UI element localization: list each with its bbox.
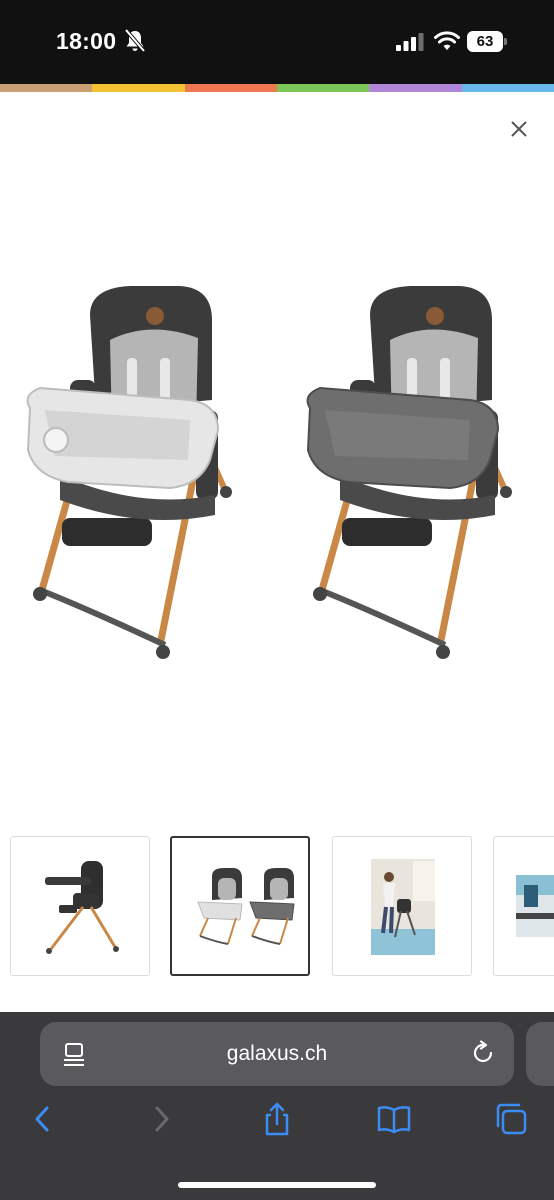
- close-icon[interactable]: [506, 116, 532, 142]
- status-bar: 18:00 63: [0, 0, 554, 84]
- home-indicator: [178, 1182, 376, 1188]
- address-bar[interactable]: galaxus.ch: [40, 1022, 514, 1086]
- high-chair-side-view-photo: [45, 861, 119, 954]
- two-high-chairs-photo: [197, 868, 295, 945]
- thumbnail-4[interactable]: [493, 836, 554, 976]
- wifi-icon: [434, 31, 460, 50]
- main-product-image[interactable]: [0, 240, 554, 660]
- next-tab-address-bar[interactable]: [526, 1022, 554, 1086]
- bell-slash-icon: [124, 29, 146, 53]
- back-icon[interactable]: [26, 1102, 60, 1136]
- bookmarks-icon[interactable]: [377, 1102, 411, 1136]
- reload-icon[interactable]: [470, 1040, 496, 1066]
- battery-icon: 63: [467, 31, 507, 52]
- cellular-signal-icon: [396, 33, 424, 51]
- thumbnail-3[interactable]: [332, 836, 472, 976]
- kitchen-scene-photo: [516, 875, 554, 937]
- product-gallery-page: 18:00 63 galaxus.ch: [0, 0, 554, 1200]
- thumbnail-1[interactable]: [10, 836, 150, 976]
- battery-level: 63: [467, 31, 503, 52]
- status-time: 18:00: [56, 28, 117, 54]
- share-icon[interactable]: [260, 1102, 294, 1136]
- forward-icon[interactable]: [144, 1102, 178, 1136]
- tabs-icon[interactable]: [494, 1102, 528, 1136]
- url-text[interactable]: galaxus.ch: [40, 1042, 514, 1066]
- thumbnail-2[interactable]: [170, 836, 310, 976]
- brand-color-stripe: [0, 84, 554, 92]
- woman-with-high-chair-photo: [371, 859, 435, 955]
